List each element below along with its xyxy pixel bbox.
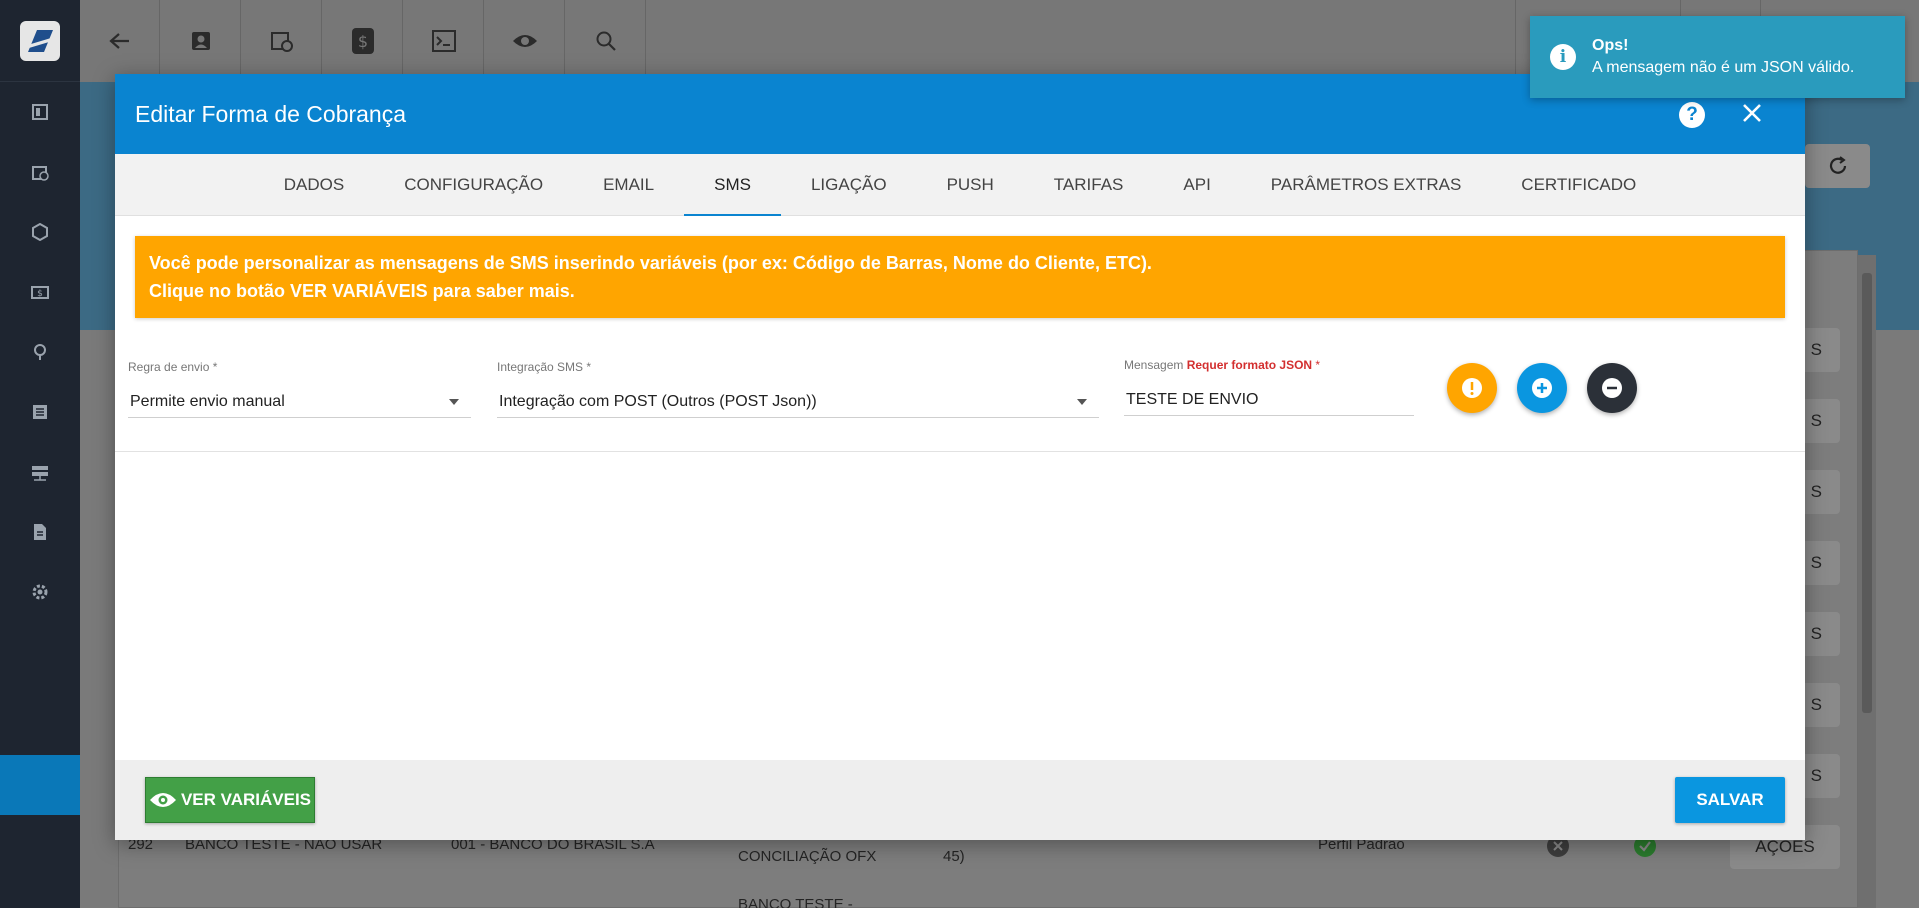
contact-icon[interactable]: [161, 0, 241, 82]
schedule-icon[interactable]: [242, 0, 322, 82]
close-icon[interactable]: [1737, 98, 1767, 128]
background-scrollbar[interactable]: [1858, 255, 1876, 908]
billing-icon[interactable]: $: [323, 0, 403, 82]
alert-line-2: Clique no botão VER VARIÁVEIS para saber…: [149, 281, 575, 301]
mensagem-input[interactable]: TESTE DE ENVIO: [1124, 384, 1414, 416]
list-icon[interactable]: [0, 382, 80, 442]
plus-icon: [1532, 378, 1552, 398]
row-extra: 45): [943, 848, 965, 865]
chevron-down-icon: [1077, 398, 1087, 405]
dashboard-icon[interactable]: [0, 82, 80, 142]
package-icon[interactable]: [0, 202, 80, 262]
regra-envio-select[interactable]: Permite envio manual: [128, 386, 471, 418]
tab-configuracao[interactable]: CONFIGURAÇÃO: [374, 154, 573, 216]
terminal-icon[interactable]: [404, 0, 484, 82]
tab-sms[interactable]: SMS: [684, 154, 781, 216]
tab-ligacao[interactable]: LIGAÇÃO: [781, 154, 917, 216]
row-type: CONCILIAÇÃO OFX: [738, 848, 877, 865]
regra-envio-label: Regra de envio *: [128, 360, 218, 374]
eye-icon[interactable]: [485, 0, 565, 82]
integracao-sms-field[interactable]: Integração SMS * Integração com POST (Ou…: [497, 360, 1099, 418]
mensagem-label: Mensagem Requer formato JSON *: [1124, 358, 1321, 372]
edit-billing-modal: Editar Forma de Cobrança ? DADOS CONFIGU…: [115, 74, 1805, 840]
settings-icon[interactable]: [0, 562, 80, 622]
refresh-icon[interactable]: [1805, 144, 1870, 188]
chevron-down-icon: [449, 398, 459, 405]
json-required-note: Requer formato JSON: [1186, 358, 1313, 372]
warning-button[interactable]: [1447, 363, 1497, 413]
add-message-button[interactable]: [1517, 363, 1567, 413]
integracao-sms-label: Integração SMS *: [497, 360, 592, 374]
info-alert: Você pode personalizar as mensagens de S…: [135, 236, 1785, 318]
sidebar-active-item[interactable]: [0, 755, 80, 815]
money-icon[interactable]: $: [0, 262, 80, 322]
calendar-icon[interactable]: [0, 142, 80, 202]
regra-envio-value: Permite envio manual: [130, 392, 285, 410]
ver-variaveis-button[interactable]: VER VARIÁVEIS: [145, 777, 315, 823]
tab-push[interactable]: PUSH: [917, 154, 1024, 216]
back-icon[interactable]: [80, 0, 160, 82]
minus-icon: [1602, 378, 1622, 398]
ver-variaveis-label: VER VARIÁVEIS: [180, 790, 312, 809]
sms-form-row: Regra de envio * Permite envio manual In…: [115, 318, 1805, 452]
tab-dados[interactable]: DADOS: [254, 154, 374, 216]
row-type: BANCO TESTE -: [738, 896, 853, 908]
toast-message: A mensagem não é um JSON válido.: [1592, 59, 1855, 76]
svg-text:$: $: [357, 32, 367, 51]
info-icon: i: [1550, 44, 1576, 70]
tab-certificado[interactable]: CERTIFICADO: [1491, 154, 1666, 216]
integracao-sms-value: Integração com POST (Outros (POST Json)): [499, 392, 817, 410]
tab-parametros-extras[interactable]: PARÂMETROS EXTRAS: [1241, 154, 1492, 216]
table-row: 292 BANCO TESTE - NAO USAR 001 - BANCO D…: [118, 835, 1858, 876]
tab-email[interactable]: EMAIL: [573, 154, 684, 216]
logo-box: [0, 0, 80, 82]
mensagem-value: TESTE DE ENVIO: [1126, 390, 1259, 408]
modal-title: Editar Forma de Cobrança: [135, 100, 407, 127]
svg-text:$: $: [37, 289, 43, 299]
table-row: BANCO TESTE -: [118, 896, 1858, 908]
app-logo[interactable]: [20, 20, 60, 61]
mensagem-field[interactable]: Mensagem Requer formato JSON * TESTE DE …: [1124, 358, 1414, 416]
remove-message-button[interactable]: [1587, 363, 1637, 413]
toast-content: Ops! A mensagem não é um JSON válido.: [1592, 37, 1854, 77]
tab-api[interactable]: API: [1153, 154, 1240, 216]
eye-icon: [149, 793, 176, 807]
error-toast[interactable]: i Ops! A mensagem não é um JSON válido.: [1530, 16, 1905, 98]
toast-title: Ops!: [1592, 37, 1629, 54]
sidebar: $: [0, 0, 80, 908]
location-icon[interactable]: [0, 322, 80, 382]
search-icon[interactable]: [566, 0, 646, 82]
alert-line-1: Você pode personalizar as mensagens de S…: [149, 253, 1152, 273]
server-icon[interactable]: [0, 442, 80, 502]
modal-tabs: DADOS CONFIGURAÇÃO EMAIL SMS LIGAÇÃO PUS…: [115, 154, 1805, 216]
document-icon[interactable]: [0, 502, 80, 562]
exclamation-icon: [1462, 378, 1482, 398]
help-icon[interactable]: ?: [1679, 102, 1705, 128]
tab-tarifas[interactable]: TARIFAS: [1024, 154, 1154, 216]
save-button[interactable]: SALVAR: [1675, 777, 1785, 823]
modal-footer: VER VARIÁVEIS SALVAR: [115, 760, 1805, 840]
regra-envio-field[interactable]: Regra de envio * Permite envio manual: [128, 360, 471, 418]
integracao-sms-select[interactable]: Integração com POST (Outros (POST Json)): [497, 386, 1099, 418]
